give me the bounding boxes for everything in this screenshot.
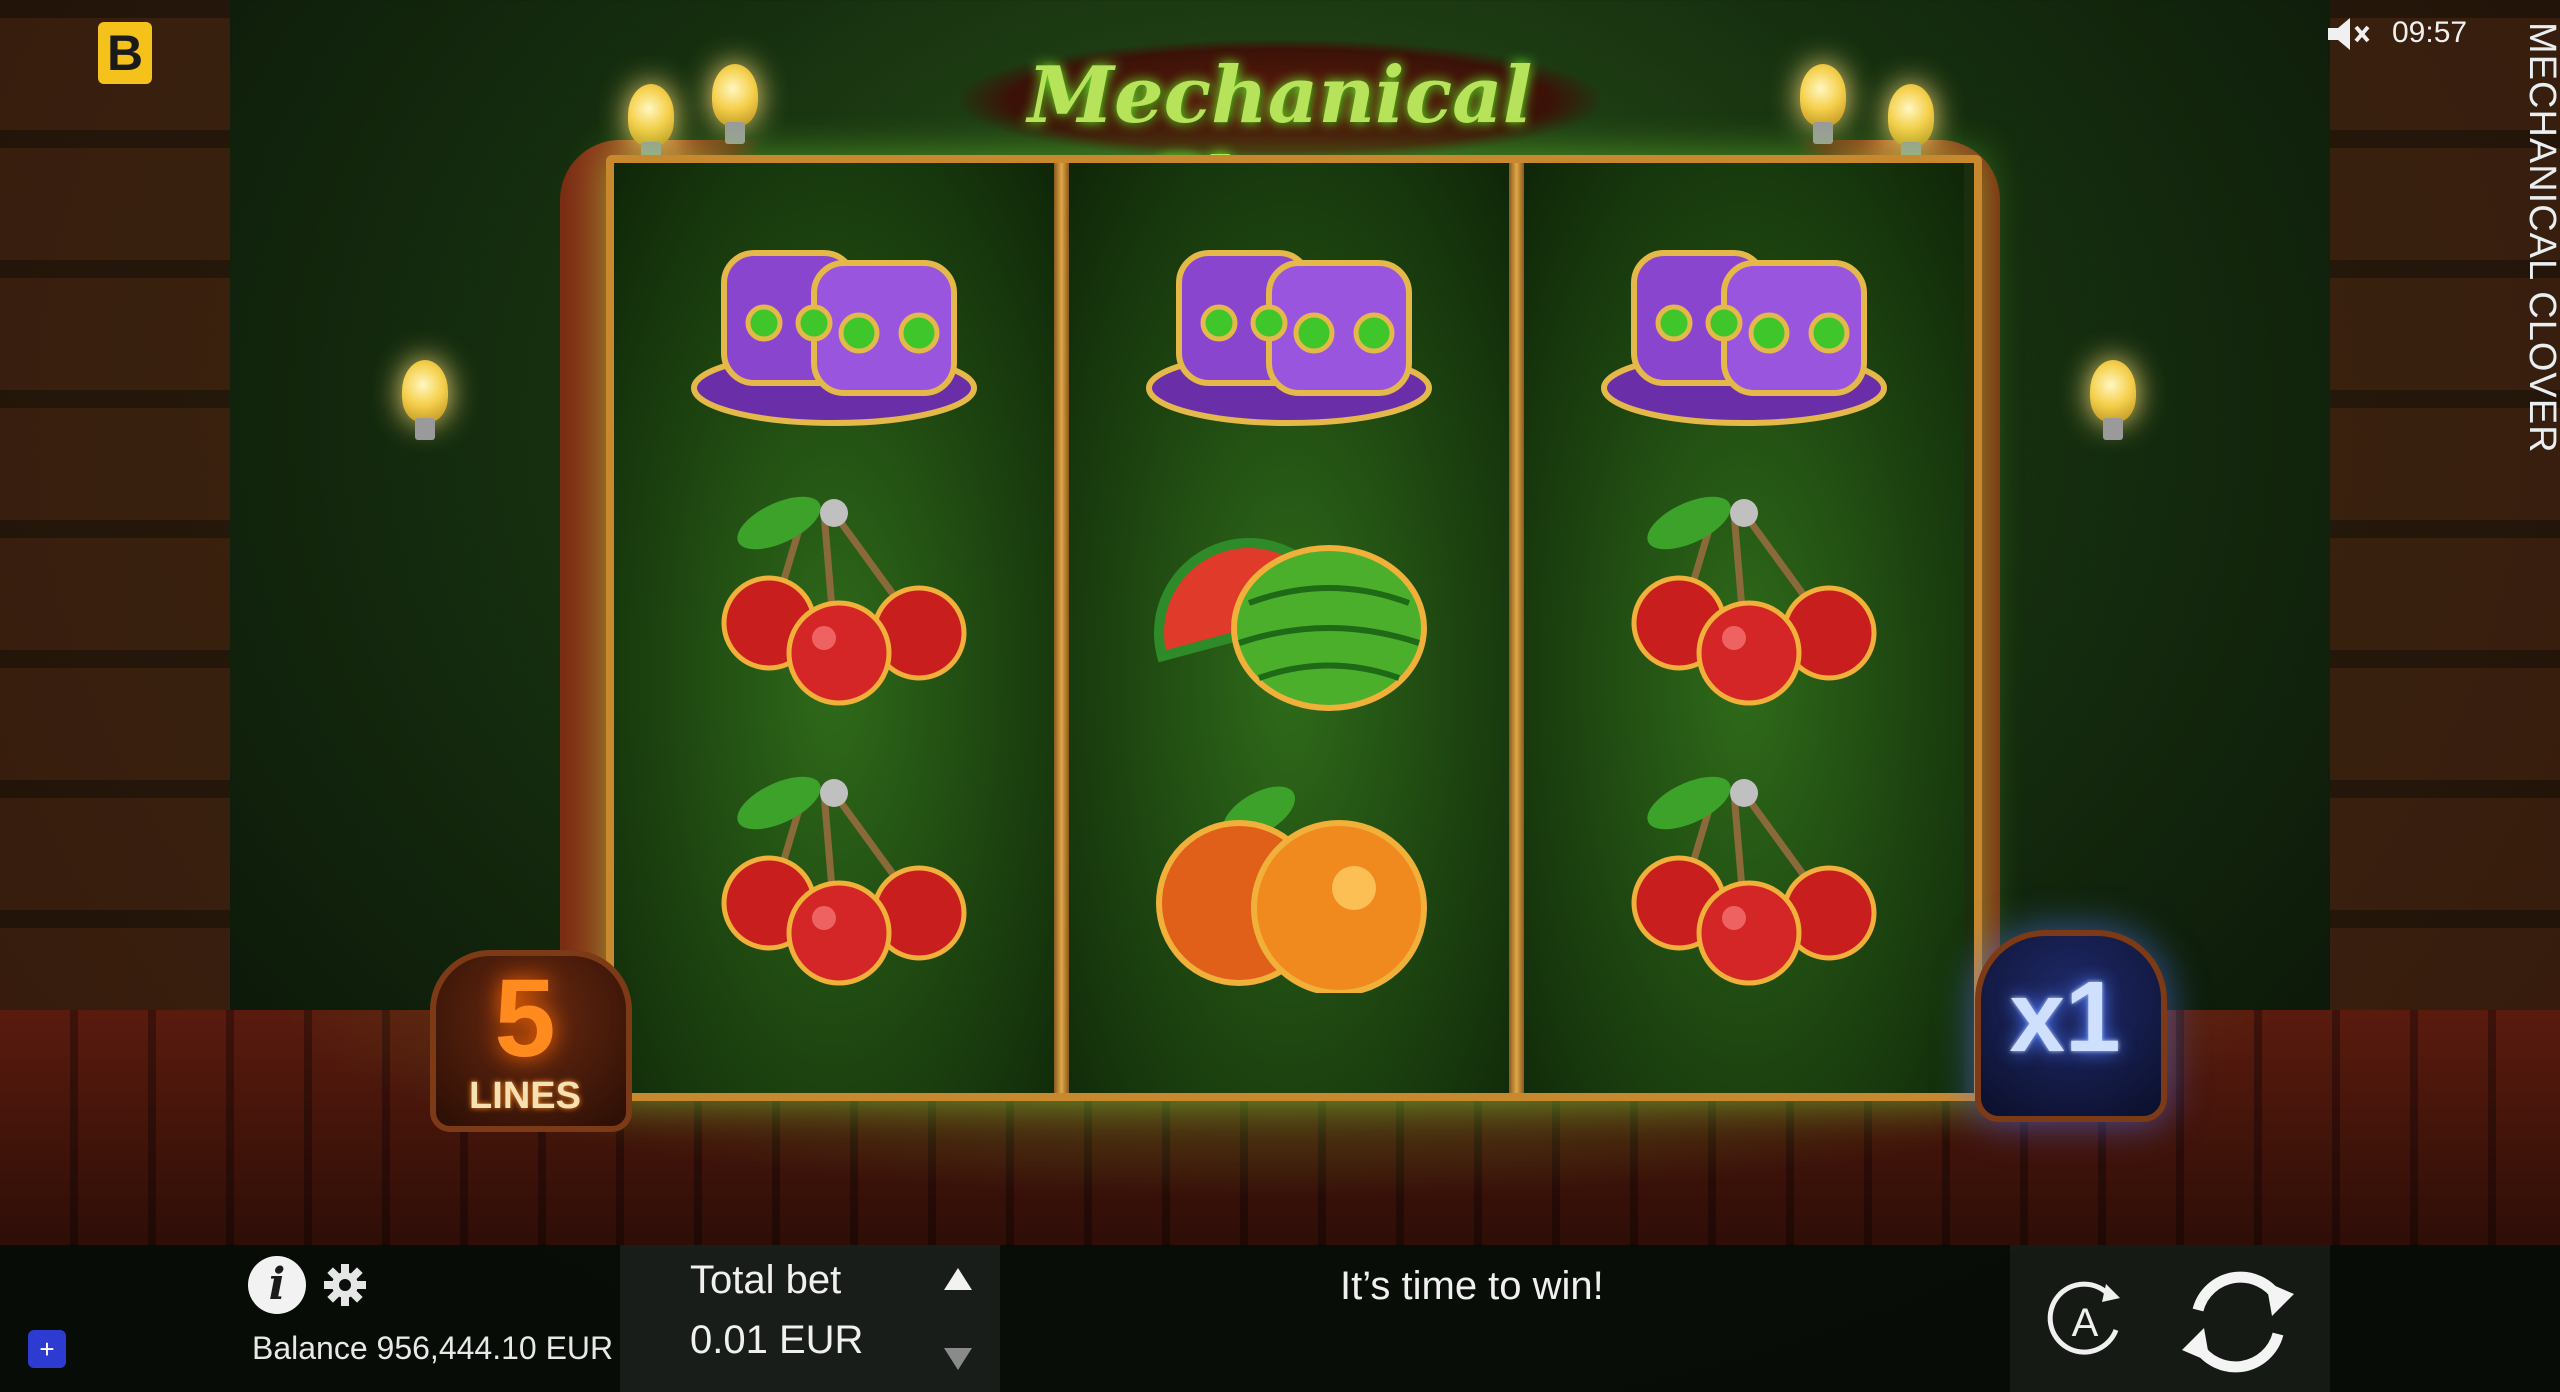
top-hat-symbol [1139,213,1439,433]
total-bet-value: 0.01 EUR [690,1318,864,1362]
balance-display: Balance 956,444.10 EUR [252,1330,614,1366]
plus-button[interactable]: + [28,1330,66,1368]
brand-logo: B [98,22,152,84]
reel-2 [1069,163,1509,1093]
orange-symbol [1139,773,1439,996]
cherries-symbol [1594,773,1894,993]
cherries-symbol [1594,493,1894,713]
cherries-symbol [684,493,984,713]
spin-button[interactable] [2170,1254,2306,1390]
clock: 09:57 [2392,16,2468,49]
top-hat-symbol [1594,213,1894,433]
reel-1 [614,163,1054,1093]
reel-divider [1054,163,1069,1093]
total-bet-label: Total bet [690,1258,842,1302]
status-message: It’s time to win! [1340,1264,1604,1308]
multiplier-value: x1 [2009,961,2121,1073]
lightbulb-icon [402,360,448,440]
bet-decrease-button[interactable] [944,1348,972,1370]
cherries-symbol [684,773,984,993]
bet-increase-button[interactable] [944,1268,972,1290]
autoplay-button[interactable]: A [2040,1276,2130,1366]
watermelon-symbol [1139,493,1439,713]
lightbulb-icon [1888,84,1934,164]
speaker-muted-icon[interactable] [2326,14,2372,54]
autoplay-label: A [2072,1301,2099,1345]
top-hat-symbol [684,213,984,433]
reel-3 [1524,163,1964,1093]
lines-count: 5 [494,957,556,1080]
lightbulb-icon [1800,64,1846,144]
lightbulb-icon [2090,360,2136,440]
reels-area [606,155,1982,1101]
info-button[interactable]: i [248,1256,306,1314]
lightbulb-icon [712,64,758,144]
vertical-game-title: MECHANICAL CLOVER [2521,22,2560,454]
gear-icon[interactable] [322,1262,368,1308]
lines-label: LINES [469,1075,581,1117]
left-bookshelf [0,0,230,1010]
lightbulb-icon [628,84,674,164]
reel-divider [1509,163,1524,1093]
